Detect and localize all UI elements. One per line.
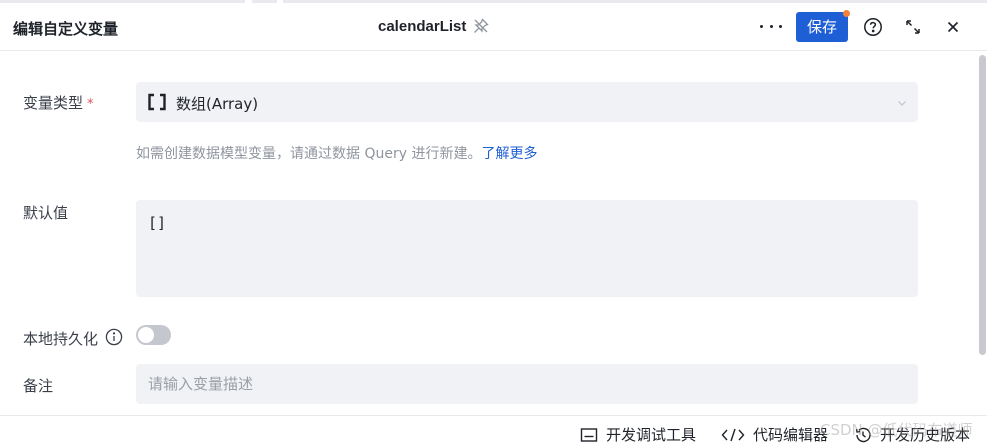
- devtools-icon: [580, 427, 598, 442]
- pin-icon[interactable]: [472, 17, 490, 35]
- toggle-knob: [138, 327, 154, 343]
- local-persist-toggle[interactable]: [136, 325, 171, 345]
- chevron-down-icon: [896, 96, 908, 108]
- history-label: 开发历史版本: [880, 426, 971, 444]
- dialog-title: 编辑自定义变量: [13, 21, 119, 38]
- devtools-button[interactable]: 开发调试工具: [580, 424, 696, 445]
- local-persist-label: 本地持久化: [23, 330, 99, 348]
- default-value-editor[interactable]: []: [136, 200, 918, 297]
- code-icon: [721, 428, 745, 441]
- dialog-header: 编辑自定义变量 calendarList 保存: [0, 4, 987, 51]
- learn-more-link[interactable]: 了解更多: [481, 146, 537, 162]
- variable-name-group: calendarList: [378, 17, 490, 35]
- dialog-footer: 开发调试工具 代码编辑器 开发历史版本: [0, 415, 987, 447]
- required-mark: *: [87, 97, 94, 112]
- scrollbar-thumb[interactable]: [979, 55, 986, 355]
- variable-name[interactable]: calendarList: [378, 18, 466, 35]
- variable-type-label: 变量类型 *: [23, 94, 94, 112]
- more-icon[interactable]: [760, 24, 782, 30]
- type-hint: 如需创建数据模型变量，请通过数据 Query 进行新建。了解更多: [136, 143, 537, 163]
- history-button[interactable]: 开发历史版本: [854, 424, 970, 445]
- close-icon[interactable]: [943, 17, 963, 37]
- expand-icon[interactable]: [903, 17, 923, 37]
- remark-input[interactable]: [136, 364, 918, 404]
- unsaved-dot-badge: [843, 10, 850, 17]
- variable-type-value: 数组(Array): [176, 95, 259, 113]
- remark-label: 备注: [23, 377, 54, 395]
- code-editor-button[interactable]: 代码编辑器: [721, 424, 828, 445]
- type-hint-text: 如需创建数据模型变量，请通过数据 Query 进行新建。: [136, 146, 482, 162]
- code-editor-label: 代码编辑器: [753, 426, 829, 444]
- help-icon[interactable]: [863, 17, 883, 37]
- devtools-label: 开发调试工具: [606, 426, 697, 444]
- save-button[interactable]: 保存: [796, 12, 848, 42]
- array-brackets-icon: [147, 93, 167, 111]
- history-icon: [855, 427, 871, 442]
- default-value-label: 默认值: [23, 204, 69, 222]
- variable-type-select[interactable]: 数组(Array): [136, 82, 918, 122]
- info-icon[interactable]: [105, 328, 123, 346]
